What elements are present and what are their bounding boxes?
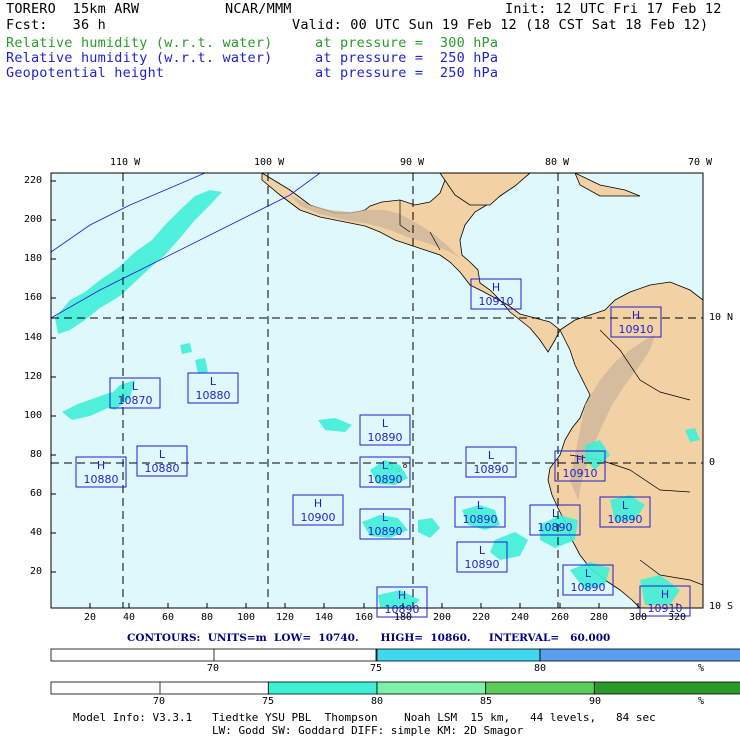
colorbars xyxy=(50,648,740,695)
cbar300-segment xyxy=(485,681,595,695)
cbar250-label: 70 xyxy=(207,663,220,674)
cbar250-segment xyxy=(539,648,740,662)
cbar300-label: 70 xyxy=(153,696,166,707)
cbar250-label: 75 xyxy=(370,663,383,674)
model-info-line1: Model Info: V3.3.1 Tiedtke YSU PBL Thomp… xyxy=(73,711,656,724)
cbar300-label: 85 xyxy=(480,696,493,707)
cbar250-label: 80 xyxy=(534,663,547,674)
cbar300-label: 90 xyxy=(589,696,602,707)
cbar300-segment xyxy=(593,681,740,695)
cbar250-segment xyxy=(376,648,541,662)
model-info-line2: LW: Godd SW: Goddard DIFF: simple KM: 2D… xyxy=(212,724,524,737)
cbar300-label: 80 xyxy=(371,696,384,707)
cbar300-segment xyxy=(376,681,487,695)
cbar300-label: 75 xyxy=(262,696,275,707)
cbar300-label: % xyxy=(698,696,705,707)
cbar300-segment xyxy=(267,681,378,695)
cbar250-label: % xyxy=(698,663,705,674)
